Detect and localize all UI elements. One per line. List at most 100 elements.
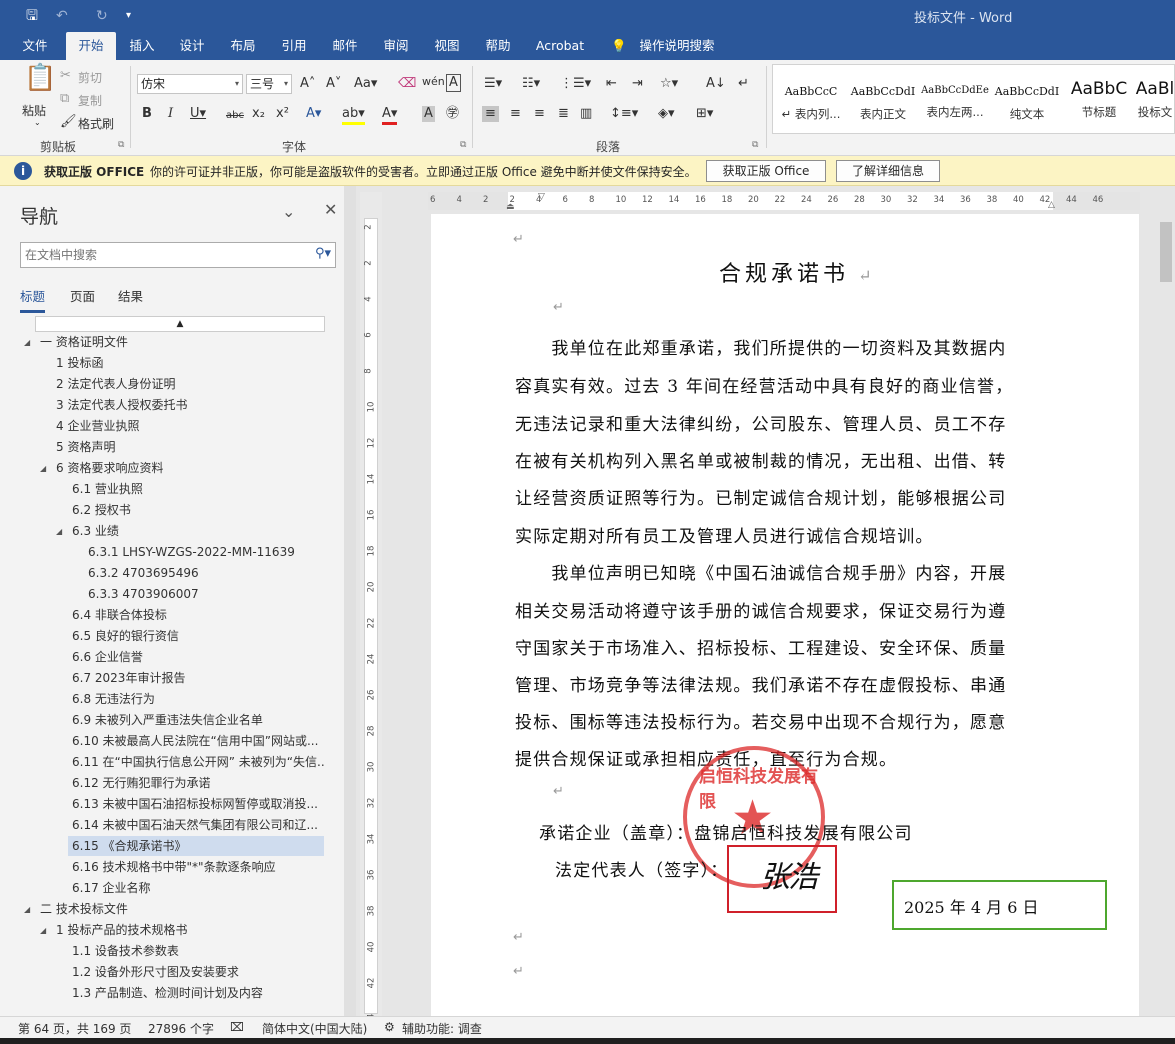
- tab-mailings[interactable]: 邮件: [321, 32, 369, 60]
- tree-item[interactable]: 6.3 业绩: [72, 521, 119, 541]
- expand-arrow-icon[interactable]: ◢: [56, 527, 62, 536]
- font-color-icon[interactable]: A▾: [382, 106, 398, 125]
- proofing-icon[interactable]: ⌧: [230, 1020, 244, 1034]
- tree-item[interactable]: 2 法定代表人身份证明: [56, 374, 175, 394]
- tree-item[interactable]: 6.3.3 4703906007: [88, 584, 199, 604]
- align-left-icon[interactable]: ≡: [482, 106, 499, 122]
- tree-item[interactable]: 6.5 良好的银行资信: [72, 626, 179, 646]
- shrink-font-icon[interactable]: A˅: [326, 76, 341, 92]
- vertical-scrollbar[interactable]: [1157, 192, 1175, 1016]
- tree-item[interactable]: 6.16 技术规格书中带"*"条款逐条响应: [72, 857, 276, 877]
- tab-home[interactable]: 开始: [66, 32, 116, 60]
- numbering-icon[interactable]: ☷▾: [522, 76, 540, 92]
- sort-icon[interactable]: A↓: [706, 76, 726, 92]
- save-icon[interactable]: 🖫: [26, 6, 38, 26]
- tree-item[interactable]: 6.12 无行贿犯罪行为承诺: [72, 773, 211, 793]
- tree-item[interactable]: 6.17 企业名称: [72, 878, 151, 898]
- highlight-icon[interactable]: ab▾: [342, 106, 365, 125]
- nav-scrollbar[interactable]: [344, 186, 356, 1016]
- style-item[interactable]: AaBbCcDdI 纯文本: [991, 73, 1063, 131]
- asian-layout-icon[interactable]: ☆▾: [660, 76, 678, 92]
- change-case-icon[interactable]: Aa▾: [354, 76, 377, 92]
- character-border-icon[interactable]: A: [446, 74, 461, 92]
- strikethrough-icon[interactable]: abc: [226, 108, 244, 124]
- distributed-icon[interactable]: ▥: [580, 106, 592, 122]
- align-right-icon[interactable]: ≡: [534, 106, 545, 122]
- character-shading-icon[interactable]: A: [422, 106, 435, 122]
- redo-icon[interactable]: ↻: [96, 6, 108, 26]
- tree-item[interactable]: 1.2 设备外形尺寸图及安装要求: [72, 962, 239, 982]
- style-item[interactable]: AaBbCcDdEe 表内左两...: [919, 73, 991, 131]
- font-launcher-icon[interactable]: ⧉: [460, 140, 466, 150]
- paste-icon[interactable]: 📋: [24, 65, 56, 91]
- superscript-icon[interactable]: x²: [276, 106, 289, 122]
- expand-arrow-icon[interactable]: ◢: [24, 338, 30, 347]
- tree-item[interactable]: 6.4 非联合体投标: [72, 605, 167, 625]
- expand-arrow-icon[interactable]: ◢: [40, 926, 46, 935]
- show-marks-icon[interactable]: ↵: [738, 76, 749, 92]
- font-name-select[interactable]: 仿宋 ▾: [137, 74, 243, 94]
- tree-item[interactable]: 6.13 未被中国石油招标投标网暂停或取消投...: [72, 794, 322, 814]
- tree-item[interactable]: 1.3 产品制造、检测时间计划及内容: [72, 983, 263, 1003]
- tree-item[interactable]: 1 投标产品的技术规格书: [56, 920, 187, 940]
- format-painter-button[interactable]: 格式刷: [78, 115, 114, 132]
- tab-help[interactable]: 帮助: [474, 32, 522, 60]
- grow-font-icon[interactable]: A˄: [300, 76, 315, 92]
- borders-icon[interactable]: ⊞▾: [696, 106, 713, 122]
- italic-icon[interactable]: I: [168, 106, 173, 122]
- scroll-thumb[interactable]: [1160, 222, 1172, 282]
- tree-item[interactable]: 4 企业营业执照: [56, 416, 139, 436]
- tab-headings[interactable]: 标题: [20, 286, 46, 313]
- tree-item[interactable]: 6.11 在“中国执行信息公开网” 未被列为“失信...: [72, 752, 324, 772]
- tree-item[interactable]: 6.9 未被列入严重违法失信企业名单: [72, 710, 263, 730]
- expand-arrow-icon[interactable]: ◢: [24, 905, 30, 914]
- tab-layout[interactable]: 布局: [219, 32, 267, 60]
- style-item[interactable]: AaBbC 节标题: [1063, 73, 1135, 131]
- paragraph-launcher-icon[interactable]: ⧉: [752, 140, 758, 150]
- line-spacing-icon[interactable]: ↕≡▾: [610, 106, 638, 122]
- bullets-icon[interactable]: ☰▾: [484, 76, 502, 92]
- paste-dropdown-icon[interactable]: ⌄: [34, 118, 41, 127]
- tab-references[interactable]: 引用: [270, 32, 318, 60]
- tree-item[interactable]: 5 资格声明: [56, 437, 115, 457]
- expand-arrow-icon[interactable]: ◢: [40, 464, 46, 473]
- left-indent-marker-icon[interactable]: ⏏: [506, 202, 515, 212]
- justify-icon[interactable]: ≣: [558, 106, 569, 122]
- align-center-icon[interactable]: ≡: [510, 106, 521, 122]
- tab-pages[interactable]: 页面: [70, 286, 95, 305]
- enclose-characters-icon[interactable]: ㊫: [446, 106, 459, 122]
- tree-item[interactable]: 6.1 营业执照: [72, 479, 143, 499]
- tree-item[interactable]: 二 技术投标文件: [40, 899, 128, 919]
- tree-item[interactable]: 6.6 企业信誉: [72, 647, 143, 667]
- underline-icon[interactable]: U▾: [190, 106, 206, 122]
- font-size-select[interactable]: 三号 ▾: [246, 74, 292, 94]
- horizontal-ruler[interactable]: 6 4 2 2 4 6 8 10 12 14 16 18 20 22 24 26 28 30 32 34 36 38 40 4…: [428, 192, 1140, 212]
- format-painter-icon[interactable]: 🖌: [60, 114, 77, 130]
- right-indent-marker-icon[interactable]: △: [1048, 200, 1055, 210]
- tab-view[interactable]: 视图: [423, 32, 471, 60]
- tree-item[interactable]: 1.1 设备技术参数表: [72, 941, 179, 961]
- tree-item[interactable]: 6.7 2023年审计报告: [72, 668, 185, 688]
- tab-file[interactable]: 文件: [10, 32, 60, 60]
- shading-icon[interactable]: ◈▾: [658, 106, 675, 122]
- tree-item[interactable]: 1 投标函: [56, 353, 103, 373]
- cut-button[interactable]: 剪切: [78, 69, 102, 86]
- decrease-indent-icon[interactable]: ⇤: [606, 76, 617, 92]
- cut-icon[interactable]: ✂: [60, 68, 71, 84]
- tree-item-selected[interactable]: 6.15 《合规承诺书》: [68, 836, 324, 856]
- paste-button[interactable]: 粘贴: [22, 102, 46, 119]
- tell-me-search[interactable]: 操作说明搜索: [632, 32, 722, 60]
- accessibility-status[interactable]: 辅助功能: 调查: [402, 1020, 482, 1037]
- language[interactable]: 简体中文(中国大陆): [262, 1020, 367, 1037]
- close-icon[interactable]: ✕: [324, 200, 337, 219]
- tab-results[interactable]: 结果: [118, 286, 143, 305]
- tab-insert[interactable]: 插入: [118, 32, 166, 60]
- text-effects-icon[interactable]: A▾: [306, 106, 321, 122]
- tree-item[interactable]: 6.3.2 4703695496: [88, 563, 199, 583]
- nav-options-icon[interactable]: ⌄: [282, 202, 295, 221]
- tab-design[interactable]: 设计: [168, 32, 216, 60]
- tree-item[interactable]: 6.14 未被中国石油天然气集团有限公司和辽...: [72, 815, 322, 835]
- increase-indent-icon[interactable]: ⇥: [632, 76, 643, 92]
- phonetic-guide-icon[interactable]: wén: [422, 74, 445, 90]
- search-icon[interactable]: ⚲▾: [315, 246, 331, 261]
